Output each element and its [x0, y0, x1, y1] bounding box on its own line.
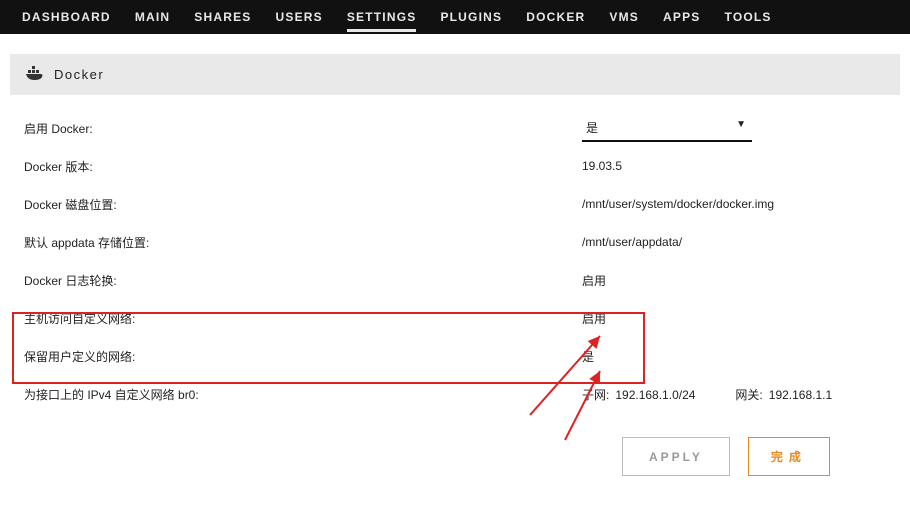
vdisk-label: Docker 磁盘位置: [22, 196, 582, 213]
nav-plugins[interactable]: PLUGINS [428, 0, 514, 34]
appdata-value: /mnt/user/appdata/ [582, 235, 888, 249]
logrotate-value: 启用 [582, 272, 888, 289]
gateway-value: 192.168.1.1 [769, 388, 832, 402]
row-vdisk: Docker 磁盘位置: /mnt/user/system/docker/doc… [22, 185, 888, 223]
section-header: Docker [10, 54, 900, 95]
nav-shares[interactable]: SHARES [182, 0, 263, 34]
nav-main[interactable]: MAIN [123, 0, 182, 34]
row-preserve-net: 保留用户定义的网络: 是 [22, 337, 888, 375]
nav-dashboard[interactable]: DASHBOARD [10, 0, 123, 34]
enable-docker-label: 启用 Docker: [22, 120, 582, 137]
nav-users[interactable]: USERS [264, 0, 335, 34]
enable-docker-value: 是 [582, 115, 752, 142]
ipv4-label: 为接口上的 IPv4 自定义网络 br0: [22, 386, 582, 403]
row-version: Docker 版本: 19.03.5 [22, 147, 888, 185]
host-access-label: 主机访问自定义网络: [22, 310, 582, 327]
apply-button[interactable]: APPLY [622, 437, 730, 476]
nav-tools[interactable]: TOOLS [713, 0, 784, 34]
host-access-value: 启用 [582, 310, 888, 327]
preserve-net-label: 保留用户定义的网络: [22, 348, 582, 365]
version-label: Docker 版本: [22, 158, 582, 175]
enable-docker-select[interactable]: 是 ▼ [582, 115, 752, 142]
nav-vms[interactable]: VMS [597, 0, 651, 34]
row-logrotate: Docker 日志轮换: 启用 [22, 261, 888, 299]
section-title: Docker [54, 67, 104, 82]
vdisk-value: /mnt/user/system/docker/docker.img [582, 197, 888, 211]
subnet-value: 192.168.1.0/24 [615, 388, 695, 402]
nav-docker[interactable]: DOCKER [514, 0, 597, 34]
settings-form: 启用 Docker: 是 ▼ Docker 版本: 19.03.5 Docker… [0, 109, 910, 476]
appdata-label: 默认 appdata 存储位置: [22, 234, 582, 251]
row-appdata: 默认 appdata 存储位置: /mnt/user/appdata/ [22, 223, 888, 261]
version-value: 19.03.5 [582, 159, 888, 173]
preserve-net-value: 是 [582, 348, 888, 365]
docker-icon [26, 66, 54, 83]
form-actions: APPLY 完成 [622, 437, 888, 476]
gateway-label: 网关: [735, 388, 762, 402]
nav-apps[interactable]: APPS [651, 0, 712, 34]
done-button[interactable]: 完成 [748, 437, 830, 476]
nav-settings[interactable]: SETTINGS [335, 0, 429, 34]
row-enable-docker: 启用 Docker: 是 ▼ [22, 109, 888, 147]
row-host-access: 主机访问自定义网络: 启用 [22, 299, 888, 337]
top-nav: DASHBOARD MAIN SHARES USERS SETTINGS PLU… [0, 0, 910, 34]
logrotate-label: Docker 日志轮换: [22, 272, 582, 289]
ipv4-details: 子网: 192.168.1.0/24 网关: 192.168.1.1 [582, 386, 888, 403]
subnet-label: 子网: [582, 388, 609, 402]
row-ipv4-br0: 为接口上的 IPv4 自定义网络 br0: 子网: 192.168.1.0/24 … [22, 375, 888, 413]
